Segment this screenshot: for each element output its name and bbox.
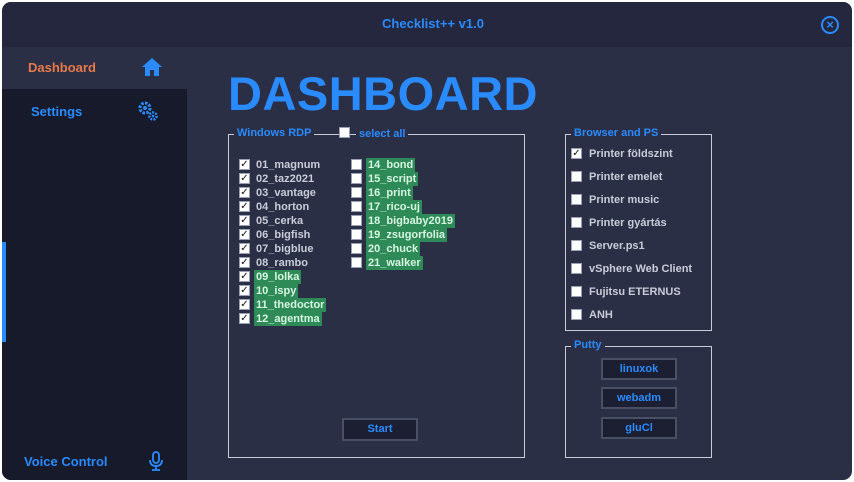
checkbox-label[interactable]: 21_walker [366, 256, 423, 270]
checkbox[interactable] [571, 309, 582, 320]
checkbox-label[interactable]: 11_thedoctor [254, 298, 327, 312]
checkbox[interactable] [571, 171, 582, 182]
checkbox[interactable] [351, 187, 362, 198]
scroll-indicator [2, 242, 6, 342]
checkbox[interactable]: ✓ [239, 187, 250, 198]
checkbox-label[interactable]: 08_rambo [254, 256, 310, 270]
home-icon [142, 58, 162, 76]
checkbox-label[interactable]: 15_script [366, 172, 419, 186]
checkbox[interactable] [571, 194, 582, 205]
checkbox-label[interactable]: Printer emelet [589, 171, 662, 183]
checkbox-label[interactable]: 07_bigblue [254, 242, 315, 256]
checkbox-label[interactable]: 05_cerka [254, 214, 305, 228]
checkbox[interactable]: ✓ [239, 159, 250, 170]
checkbox[interactable]: ✓ [239, 285, 250, 296]
checkbox-label[interactable]: Server.ps1 [589, 240, 645, 252]
browser-ps-legend: Browser and PS [571, 127, 662, 139]
checkbox-label[interactable]: 04_horton [254, 200, 311, 214]
checkbox-label[interactable]: 02_taz2021 [254, 172, 316, 186]
checkbox-label[interactable]: 18_bigbaby2019 [366, 214, 455, 228]
checkbox[interactable]: ✓ [239, 243, 250, 254]
checkbox[interactable] [351, 173, 362, 184]
putty-button-glucl[interactable]: gluCl [601, 417, 677, 439]
checkbox[interactable] [571, 240, 582, 251]
select-all-label[interactable]: select all [356, 128, 409, 140]
voice-control-label: Voice Control [24, 454, 108, 469]
checkbox-label[interactable]: Printer gyártás [589, 217, 667, 229]
checkbox[interactable]: ✓ [239, 215, 250, 226]
putty-legend: Putty [571, 339, 605, 351]
checkbox-label[interactable]: ANH [589, 309, 613, 321]
microphone-icon [149, 451, 163, 471]
window-title: Checklist++ v1.0 [382, 16, 484, 31]
checkbox[interactable] [351, 215, 362, 226]
checkbox[interactable] [571, 217, 582, 228]
checkbox-label[interactable]: Printer music [589, 194, 659, 206]
checkbox-label[interactable]: 10_ispy [254, 284, 299, 298]
select-all-checkbox[interactable] [339, 127, 350, 138]
checkbox-label[interactable]: 03_vantage [254, 186, 318, 200]
checkbox-label[interactable]: 20_chuck [366, 242, 421, 256]
sidebar-item-dashboard[interactable]: Dashboard [2, 47, 187, 89]
checkbox[interactable]: ✓ [239, 201, 250, 212]
checkbox-label[interactable]: vSphere Web Client [589, 263, 692, 275]
checkbox[interactable] [351, 201, 362, 212]
checkbox[interactable]: ✓ [239, 173, 250, 184]
checkbox-label[interactable]: 16_print [366, 186, 413, 200]
checkbox[interactable] [351, 243, 362, 254]
sidebar-item-label: Settings [31, 104, 83, 119]
title-bar[interactable]: Checklist++ v1.0 × [2, 2, 852, 47]
checkbox-label[interactable]: 09_lolka [254, 270, 302, 284]
checkbox[interactable] [351, 229, 362, 240]
checkbox-label[interactable]: 19_zsugorfolia [366, 228, 448, 242]
checkbox-label[interactable]: 14_bond [366, 158, 416, 172]
checkbox[interactable] [571, 263, 582, 274]
checkbox[interactable]: ✓ [239, 299, 250, 310]
putty-button-linuxok[interactable]: linuxok [601, 358, 677, 380]
checkbox-label[interactable]: 01_magnum [254, 158, 322, 172]
gear-icon [138, 101, 158, 121]
checkbox[interactable]: ✓ [239, 313, 250, 324]
checkbox[interactable] [351, 257, 362, 268]
checkbox-label[interactable]: 12_agentma [254, 312, 322, 326]
checkbox[interactable] [351, 159, 362, 170]
checkbox-label[interactable]: Fujitsu ETERNUS [589, 286, 681, 298]
checkbox[interactable]: ✓ [239, 257, 250, 268]
page-title: DASHBOARD [228, 67, 538, 120]
checkbox-label[interactable]: 17_rico-uj [366, 200, 422, 214]
checkbox[interactable]: ✓ [571, 148, 582, 159]
browser-ps-group: Browser and PS [565, 127, 712, 331]
checkbox-label[interactable]: Printer földszint [589, 148, 673, 160]
sidebar-item-label: Dashboard [28, 60, 96, 75]
sidebar-item-settings[interactable]: Settings [2, 91, 187, 133]
checkbox-label[interactable]: 06_bigfish [254, 228, 312, 242]
close-icon[interactable]: × [821, 16, 839, 34]
voice-control-button[interactable]: Voice Control [2, 444, 187, 480]
checkbox[interactable]: ✓ [239, 229, 250, 240]
start-button[interactable]: Start [342, 418, 418, 441]
putty-button-webadm[interactable]: webadm [601, 387, 677, 409]
checkbox[interactable]: ✓ [239, 271, 250, 282]
checkbox[interactable] [571, 286, 582, 297]
windows-rdp-legend: Windows RDP [234, 127, 315, 139]
sidebar: Dashboard Settings Voice Control [2, 47, 187, 480]
